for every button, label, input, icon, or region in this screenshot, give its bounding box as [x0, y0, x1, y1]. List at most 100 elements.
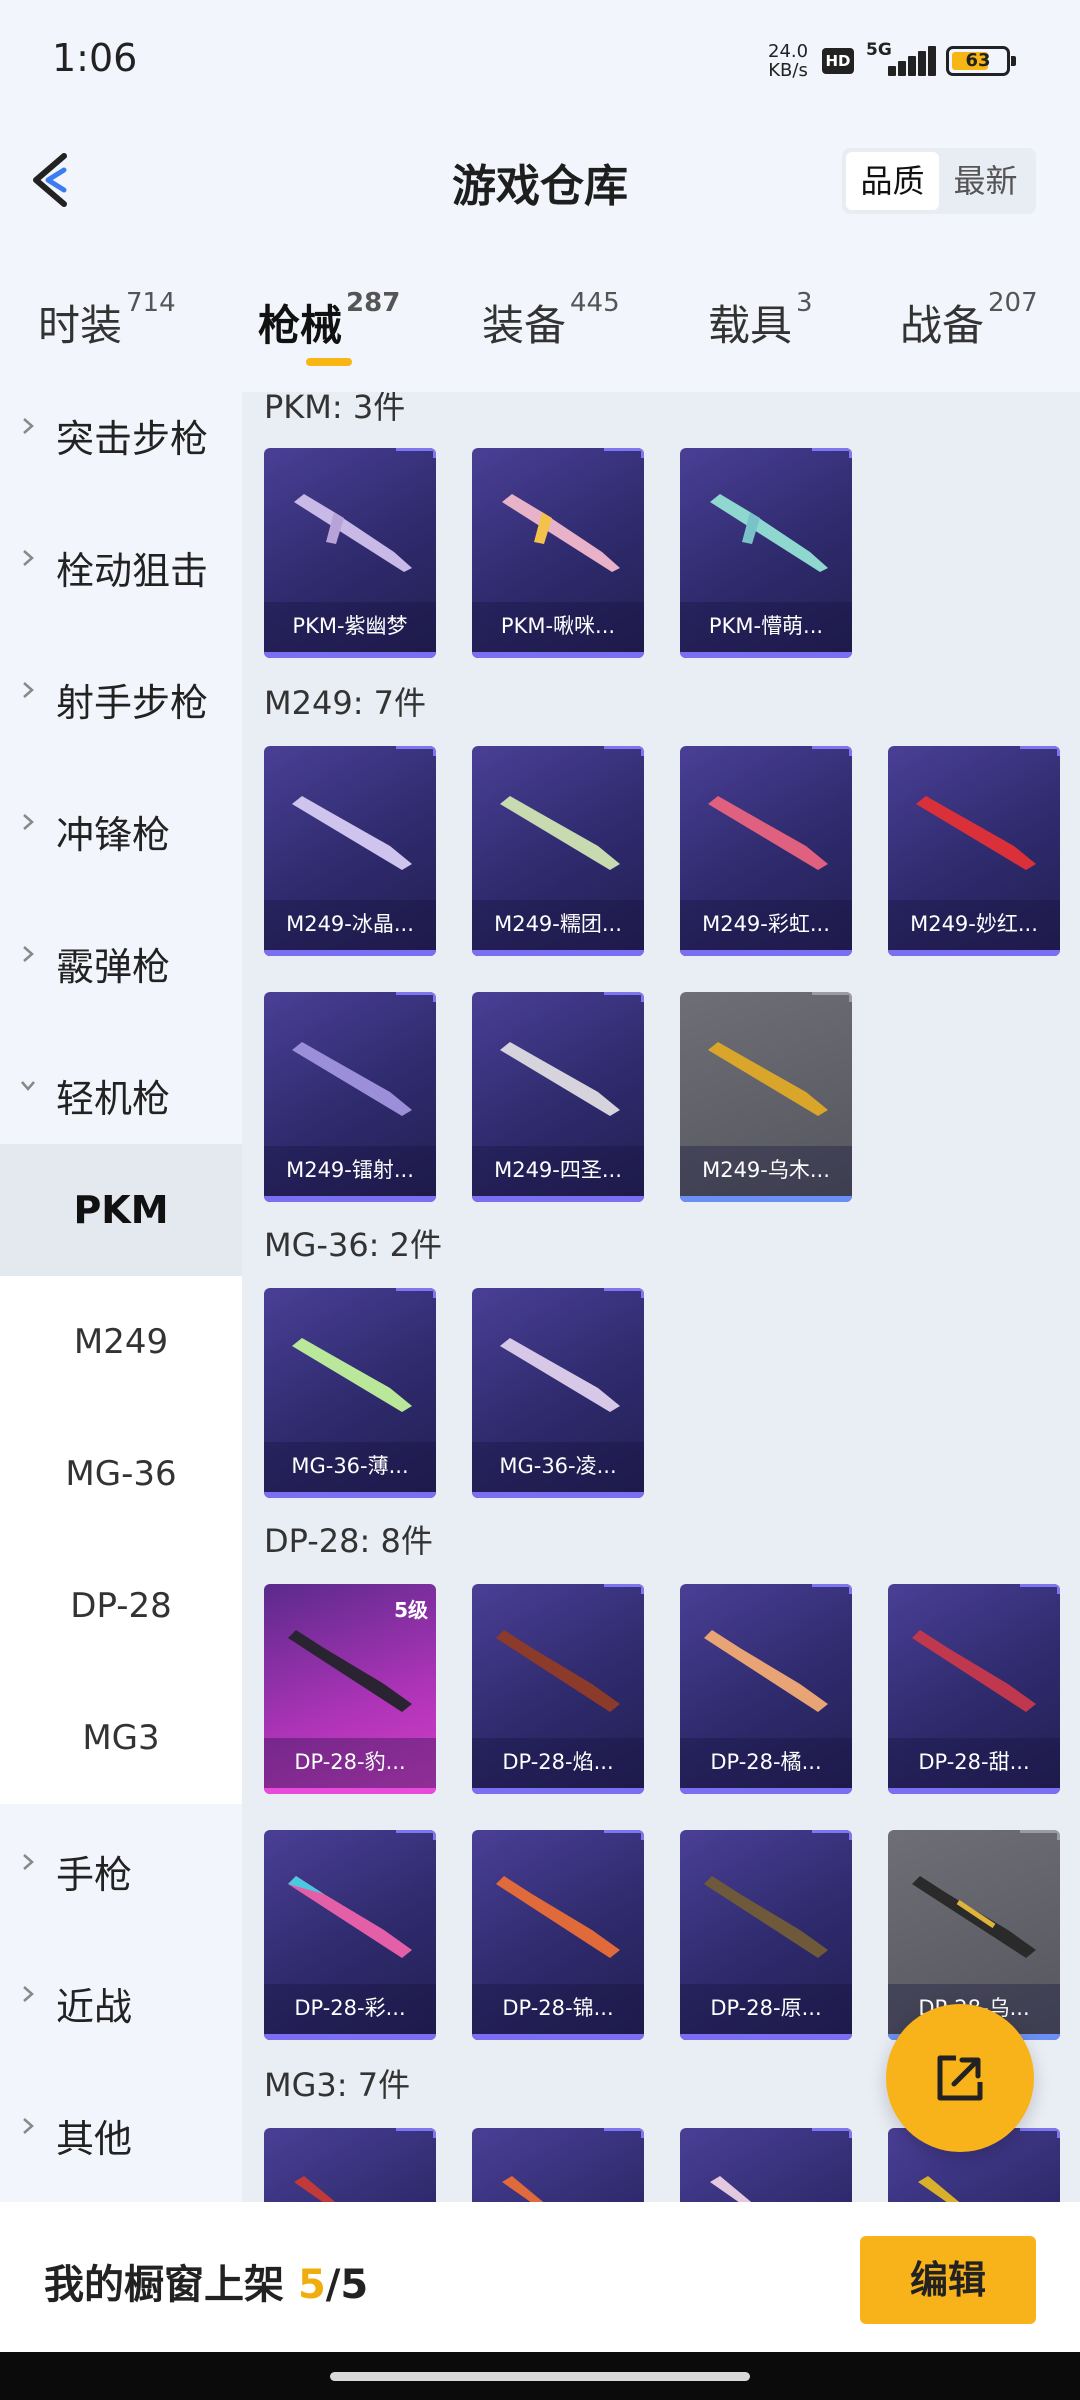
item-card[interactable]: M249-冰晶... — [264, 746, 436, 956]
weapon-skin-icon — [500, 1042, 620, 1116]
item-name: M249-糯团... — [494, 912, 622, 936]
item-card[interactable]: DP-28-原... — [680, 1830, 852, 2040]
sidebar-item-label: 突击步枪 — [56, 417, 209, 461]
item-card[interactable] — [472, 2128, 644, 2202]
sidebar-item-shotgun[interactable]: 霰弹枪 — [0, 896, 242, 1028]
weapon-skin-icon — [496, 1630, 620, 1712]
chevron-right-icon — [23, 946, 34, 962]
tab-count: 714 — [126, 288, 176, 318]
item-name: M249-乌木... — [702, 1158, 830, 1182]
tab-supplies[interactable]: 战备 207 — [900, 288, 1038, 353]
sidebar-item-assault-rifle[interactable]: 突击步枪 — [0, 368, 242, 500]
item-card[interactable]: DP-28-焰... — [472, 1584, 644, 1794]
sidebar-item-smg[interactable]: 冲锋枪 — [0, 764, 242, 896]
item-name: M249-四圣... — [494, 1158, 622, 1182]
item-card[interactable]: 5级 DP-28-豹... — [264, 1584, 436, 1794]
item-name: MG-36-凌... — [499, 1454, 617, 1478]
weapon-skin-icon — [502, 494, 620, 572]
item-name: MG-36-薄... — [291, 1454, 409, 1478]
sidebar-item-bolt-sniper[interactable]: 栓动狙击 — [0, 500, 242, 632]
sort-latest-button[interactable]: 最新 — [939, 152, 1032, 210]
item-name: M249-镭射... — [286, 1158, 414, 1182]
share-button[interactable] — [886, 2004, 1034, 2152]
net-speed-value: 24.0 — [768, 41, 809, 62]
item-card[interactable]: DP-28-橘... — [680, 1584, 852, 1794]
showcase-bar: 我的橱窗上架 5/5 编辑 — [0, 2202, 1080, 2352]
item-name: DP-28-甜... — [918, 1750, 1030, 1774]
tab-count: 207 — [988, 288, 1038, 318]
tab-count: 3 — [796, 288, 813, 318]
sidebar-item-melee[interactable]: 近战 — [0, 1936, 242, 2068]
item-card[interactable] — [680, 2128, 852, 2202]
item-name: DP-28-豹... — [294, 1750, 406, 1774]
item-card[interactable]: PKM-啾咪... — [472, 448, 644, 658]
item-card[interactable]: M249-四圣... — [472, 992, 644, 1202]
section-title: PKM: 3件 — [264, 392, 406, 426]
sidebar-sub-mg3[interactable]: MG3 — [0, 1672, 242, 1804]
sidebar-sub-mg36[interactable]: MG-36 — [0, 1408, 242, 1540]
item-card[interactable]: DP-28-彩... — [264, 1830, 436, 2040]
weapon-skin-icon — [708, 1042, 828, 1116]
item-card[interactable]: M249-糯团... — [472, 746, 644, 956]
showcase-label: 我的橱窗上架 — [44, 2262, 284, 2308]
weapon-skin-icon — [288, 1630, 412, 1712]
section-title: M249: 7件 — [264, 684, 427, 722]
tab-firearms[interactable]: 枪械 287 — [258, 288, 400, 353]
item-name: DP-28-焰... — [502, 1750, 614, 1774]
network-type: 5G — [866, 40, 892, 60]
item-card[interactable]: PKM-紫幽梦 — [264, 448, 436, 658]
tab-equipment[interactable]: 装备 445 — [482, 288, 620, 353]
weapon-skin-icon — [710, 494, 828, 572]
edit-button[interactable]: 编辑 — [860, 2236, 1036, 2324]
tab-label: 载具 — [708, 301, 793, 350]
sidebar-item-label: 冲锋枪 — [56, 813, 171, 857]
item-card[interactable]: M249-妙红... — [888, 746, 1060, 956]
sidebar-item-marksman-rifle[interactable]: 射手步枪 — [0, 632, 242, 764]
clock: 1:06 — [52, 36, 138, 80]
item-card[interactable]: M249-乌木... — [680, 992, 852, 1202]
tab-vehicles[interactable]: 载具 3 — [708, 288, 813, 353]
back-icon[interactable] — [24, 148, 84, 212]
weapon-skin-icon — [500, 796, 620, 870]
tab-label: 装备 — [482, 301, 567, 350]
sidebar-item-lmg[interactable]: 轻机枪 — [0, 1028, 242, 1160]
item-name: PKM-紫幽梦 — [292, 614, 408, 638]
section-title: DP-28: 8件 — [264, 1522, 433, 1560]
tab-label: 枪械 — [258, 301, 343, 350]
weapon-skin-icon — [710, 2176, 752, 2202]
sidebar-sub-dp28[interactable]: DP-28 — [0, 1540, 242, 1672]
item-name: DP-28-锦... — [502, 1996, 614, 2020]
showcase-status: 我的橱窗上架 5/5 — [44, 2252, 368, 2310]
item-card[interactable]: M249-彩虹... — [680, 746, 852, 956]
chevron-right-icon — [23, 814, 34, 830]
active-tab-indicator — [306, 358, 352, 366]
network-speed: 24.0 KB/s — [768, 42, 808, 80]
chevron-right-icon — [23, 418, 34, 434]
sidebar-item-pistol[interactable]: 手枪 — [0, 1804, 242, 1936]
item-card[interactable]: DP-28-锦... — [472, 1830, 644, 2040]
item-card[interactable]: PKM-懵萌... — [680, 448, 852, 658]
item-grid: PKM: 3件 PKM-紫幽梦 PKM-啾咪... PKM-懵萌... M249… — [242, 392, 1080, 2202]
item-card[interactable]: DP-28-甜... — [888, 1584, 1060, 1794]
sidebar-item-label: 射手步枪 — [56, 681, 209, 725]
item-name: PKM-啾咪... — [500, 614, 616, 638]
tab-fashion[interactable]: 时装 714 — [38, 288, 176, 353]
battery-icon: 63 — [946, 46, 1016, 76]
tab-count: 445 — [570, 288, 620, 318]
sort-quality-button[interactable]: 品质 — [846, 152, 939, 210]
sidebar-item-other[interactable]: 其他 — [0, 2068, 242, 2200]
sidebar-item-label: 手枪 — [56, 1853, 133, 1897]
sidebar-sub-pkm[interactable]: PKM — [0, 1144, 242, 1276]
item-card[interactable]: M249-镭射... — [264, 992, 436, 1202]
weapon-skin-icon — [292, 1042, 412, 1116]
weapon-skin-icon — [294, 2176, 336, 2202]
item-card[interactable]: MG-36-凌... — [472, 1288, 644, 1498]
sidebar-item-label: 霰弹枪 — [56, 945, 171, 989]
home-indicator[interactable] — [330, 2372, 750, 2381]
sidebar-sub-m249[interactable]: M249 — [0, 1276, 242, 1408]
section-title: MG-36: 2件 — [264, 1226, 442, 1264]
item-card[interactable]: MG-36-薄... — [264, 1288, 436, 1498]
tab-count: 287 — [346, 288, 401, 318]
weapon-skin-icon — [288, 1876, 412, 1958]
item-card[interactable] — [264, 2128, 436, 2202]
